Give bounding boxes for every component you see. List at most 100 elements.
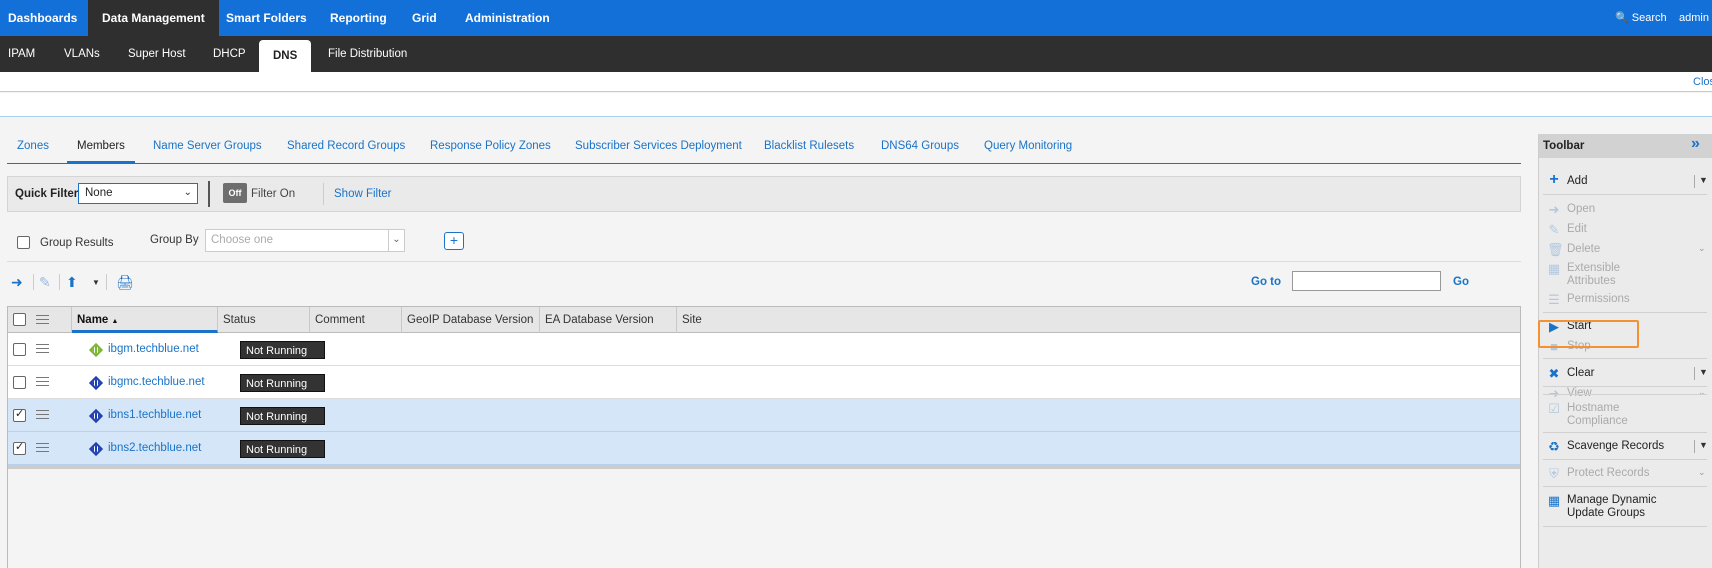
divider bbox=[1543, 358, 1707, 359]
members-grid: Name ▲ Status Comment GeoIP Database Ver… bbox=[7, 306, 1521, 568]
toolbar-permissions-label: Permissions bbox=[1567, 293, 1630, 305]
column-header-comment[interactable]: Comment bbox=[310, 307, 402, 333]
toolbar-protect-records[interactable]: ⛨ Protect Records ⌄ bbox=[1539, 464, 1712, 482]
tab-name-server-groups[interactable]: Name Server Groups bbox=[153, 134, 262, 164]
close-link[interactable]: Clos bbox=[1693, 76, 1712, 88]
subtab-super-host[interactable]: Super Host bbox=[128, 36, 186, 72]
dns-tabs: Zones Members Name Server Groups Shared … bbox=[7, 134, 1521, 164]
show-filter-link[interactable]: Show Filter bbox=[334, 188, 392, 200]
tab-subscriber-services[interactable]: Subscriber Services Deployment bbox=[575, 134, 742, 164]
print-icon[interactable]: 🖨 bbox=[116, 274, 134, 291]
arrow-right-icon[interactable]: ➜ bbox=[11, 274, 23, 291]
add-group-button[interactable]: + bbox=[444, 232, 464, 250]
subtab-file-distribution[interactable]: File Distribution bbox=[328, 36, 407, 72]
column-header-status[interactable]: Status bbox=[218, 307, 310, 333]
row-checkbox[interactable] bbox=[13, 376, 26, 389]
tab-dashboards[interactable]: Dashboards bbox=[8, 0, 77, 36]
go-button[interactable]: Go bbox=[1453, 276, 1469, 288]
chevron-down-icon[interactable]: ⌄ bbox=[1694, 243, 1706, 256]
tab-members[interactable]: Members bbox=[67, 134, 135, 164]
member-name-link[interactable]: ibns2.techblue.net bbox=[108, 442, 201, 454]
subtab-ipam[interactable]: IPAM bbox=[8, 36, 35, 72]
row-menu-icon[interactable] bbox=[36, 410, 49, 422]
tab-data-management[interactable]: Data Management bbox=[88, 0, 219, 36]
group-by-select[interactable]: Choose one ⌄ bbox=[205, 229, 405, 252]
user-menu[interactable]: admin bbox=[1679, 0, 1709, 36]
chevron-down-icon[interactable]: ▼ bbox=[1694, 440, 1708, 453]
grid-member-icon bbox=[88, 342, 104, 358]
edit-icon: ✎ bbox=[1548, 222, 1560, 237]
tab-response-policy-zones[interactable]: Response Policy Zones bbox=[430, 134, 551, 164]
search-link[interactable]: 🔍 Search bbox=[1615, 0, 1667, 36]
status-badge: Not Running bbox=[240, 374, 325, 392]
breadcrumb-strip bbox=[0, 93, 1712, 117]
subtab-vlans[interactable]: VLANs bbox=[64, 36, 100, 72]
chevron-down-icon: ⌄ bbox=[388, 230, 404, 251]
toolbar-edit[interactable]: ✎ Edit bbox=[1539, 220, 1712, 238]
column-header-geoip[interactable]: GeoIP Database Version bbox=[402, 307, 540, 333]
divider bbox=[1543, 486, 1707, 487]
subtab-dns[interactable]: DNS bbox=[259, 40, 312, 72]
member-name-link[interactable]: ibgm.techblue.net bbox=[108, 343, 199, 355]
table-row[interactable]: ibgmc.techblue.net Not Running bbox=[8, 366, 1520, 399]
toolbar-open[interactable]: ➜ Open bbox=[1539, 200, 1712, 218]
tab-smart-folders[interactable]: Smart Folders bbox=[226, 0, 307, 36]
subtab-dhcp[interactable]: DHCP bbox=[213, 36, 246, 72]
permissions-icon: ☰ bbox=[1548, 292, 1560, 307]
row-checkbox[interactable] bbox=[13, 343, 26, 356]
quick-filter-bar: Quick Filter None ⌄ Off Filter On Show F… bbox=[7, 176, 1521, 212]
tab-dns64-groups[interactable]: DNS64 Groups bbox=[881, 134, 959, 164]
start-highlight bbox=[1538, 320, 1639, 348]
toolbar-scavenge-records-label: Scavenge Records bbox=[1567, 440, 1665, 452]
toolbar-title: Toolbar bbox=[1543, 140, 1585, 152]
divider bbox=[1543, 194, 1707, 195]
divider bbox=[33, 274, 34, 290]
tab-administration[interactable]: Administration bbox=[465, 0, 550, 36]
column-header-site[interactable]: Site bbox=[677, 307, 1520, 333]
toolbar-delete-label: Delete bbox=[1567, 243, 1601, 255]
group-results-label: Group Results bbox=[40, 237, 114, 249]
member-name-link[interactable]: ibns1.techblue.net bbox=[108, 409, 201, 421]
group-results-checkbox[interactable] bbox=[17, 236, 30, 249]
row-menu-icon[interactable] bbox=[36, 443, 49, 455]
plus-icon: + bbox=[1549, 171, 1559, 188]
tab-zones[interactable]: Zones bbox=[17, 134, 49, 164]
toolbar-clear[interactable]: ✖ Clear ▼ bbox=[1539, 364, 1712, 382]
column-header-name[interactable]: Name ▲ bbox=[72, 307, 218, 333]
table-row[interactable]: ibns2.techblue.net Not Running bbox=[8, 432, 1520, 465]
quick-filter-select[interactable]: None ⌄ bbox=[78, 183, 198, 204]
tab-query-monitoring[interactable]: Query Monitoring bbox=[984, 134, 1072, 164]
chevron-down-icon[interactable]: ▼ bbox=[1694, 367, 1708, 380]
row-menu-icon[interactable] bbox=[36, 344, 49, 356]
toolbar-delete[interactable]: 🗑 Delete ⌄ bbox=[1539, 240, 1712, 258]
toolbar-scavenge-records[interactable]: ♻ Scavenge Records ▼ bbox=[1539, 437, 1712, 455]
toolbar-hostname-compliance[interactable]: ☑ Hostname Compliance bbox=[1539, 399, 1712, 427]
chevron-down-icon[interactable]: ▼ bbox=[92, 278, 100, 287]
grid-icon: ▦ bbox=[1547, 493, 1561, 508]
chevron-down-icon[interactable]: ▼ bbox=[1694, 175, 1708, 188]
export-icon[interactable]: ⬆ bbox=[66, 274, 78, 291]
quick-filter-label: Quick Filter bbox=[15, 188, 79, 200]
member-name-link[interactable]: ibgmc.techblue.net bbox=[108, 376, 205, 388]
toolbar-manage-dynamic-update-groups[interactable]: ▦ Manage Dynamic Update Groups bbox=[1539, 491, 1712, 519]
table-row[interactable]: ibgm.techblue.net Not Running bbox=[8, 333, 1520, 366]
column-header-ea-db[interactable]: EA Database Version bbox=[540, 307, 677, 333]
goto-input[interactable] bbox=[1292, 271, 1441, 291]
edit-icon[interactable]: ✎ bbox=[39, 274, 51, 291]
table-row[interactable]: ibns1.techblue.net Not Running bbox=[8, 399, 1520, 432]
tab-grid[interactable]: Grid bbox=[412, 0, 437, 36]
sort-asc-icon: ▲ bbox=[111, 318, 119, 325]
toolbar-extensible-attributes[interactable]: ▦ Extensible Attributes bbox=[1539, 259, 1712, 287]
filter-toggle[interactable]: Off bbox=[223, 183, 247, 203]
chevron-down-icon[interactable]: ⌄ bbox=[1694, 467, 1706, 480]
row-checkbox[interactable] bbox=[13, 407, 26, 422]
tab-blacklist-rulesets[interactable]: Blacklist Rulesets bbox=[764, 134, 854, 164]
row-menu-icon[interactable] bbox=[36, 377, 49, 389]
row-checkbox[interactable] bbox=[13, 440, 26, 455]
tab-reporting[interactable]: Reporting bbox=[330, 0, 387, 36]
tab-shared-record-groups[interactable]: Shared Record Groups bbox=[287, 134, 405, 164]
toolbar-panel: Toolbar » + Add ▼ ➜ Open ✎ Edit 🗑 Delete… bbox=[1538, 134, 1712, 568]
toolbar-permissions[interactable]: ☰ Permissions bbox=[1539, 290, 1712, 308]
collapse-toolbar-icon[interactable]: » bbox=[1691, 135, 1700, 153]
toolbar-add[interactable]: + Add ▼ bbox=[1539, 171, 1712, 190]
